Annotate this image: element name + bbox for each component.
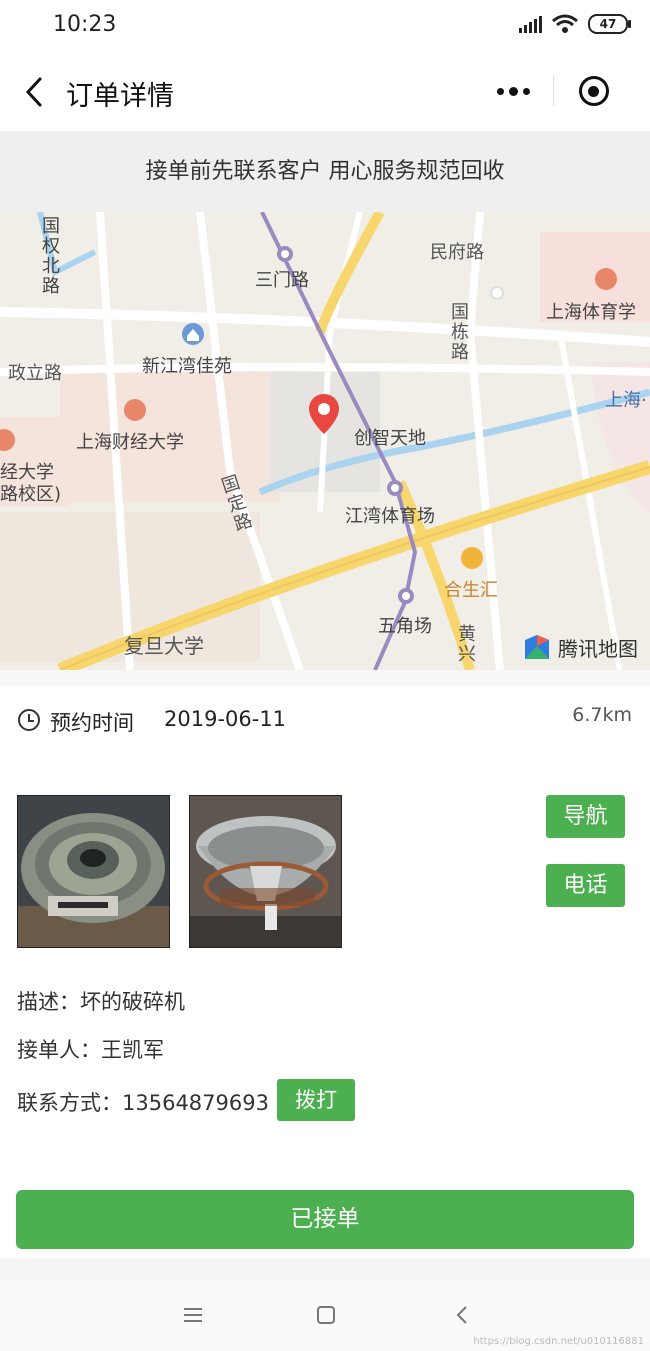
section-divider <box>0 670 650 687</box>
map-label: 五角场 <box>378 616 432 637</box>
phone-button[interactable]: 电话 <box>546 864 625 907</box>
dial-button[interactable]: 拨打 <box>277 1079 355 1121</box>
close-program-button[interactable] <box>554 66 633 116</box>
map-label: 江湾体育场 <box>345 506 435 527</box>
page-title: 订单详情 <box>66 81 174 112</box>
appointment-date: 2019-06-11 <box>164 707 287 731</box>
signal-icon <box>519 15 542 33</box>
wifi-icon <box>552 14 578 33</box>
item-photo[interactable] <box>189 795 342 948</box>
map-label: 创智天地 <box>354 428 426 449</box>
chevron-left-icon <box>25 77 42 107</box>
square-icon <box>317 1306 335 1324</box>
menu-button[interactable] <box>173 1300 213 1330</box>
description: 描述：坏的破碎机 <box>17 990 185 1014</box>
map-label: 民府路 <box>430 242 484 263</box>
menu-icon <box>184 1308 202 1322</box>
map-label: 复旦大学 <box>124 634 204 658</box>
back-button[interactable] <box>20 74 54 110</box>
navigate-button[interactable]: 导航 <box>546 795 625 838</box>
dot-icon <box>496 87 504 95</box>
map-label: 政立路 <box>8 363 62 384</box>
bottom-spacer <box>0 1258 650 1280</box>
system-back-button[interactable] <box>443 1300 483 1330</box>
map-label: 上海体育学 <box>546 302 636 323</box>
more-button[interactable] <box>473 66 553 116</box>
dot-icon <box>522 87 530 95</box>
map-label: 黄兴 <box>455 624 476 664</box>
map-label: 国权北路 <box>39 216 60 296</box>
distance: 6.7km <box>572 704 632 726</box>
item-photo-image <box>190 796 341 947</box>
map-label: 上海财经大学 <box>76 432 184 453</box>
dot-icon <box>508 86 518 96</box>
item-photo[interactable] <box>17 795 170 948</box>
map-label: 三门路 <box>255 270 309 291</box>
location-pin-icon <box>309 394 339 434</box>
appointment-label: 预约时间 <box>50 711 134 735</box>
accepted-button[interactable]: 已接单 <box>16 1190 634 1249</box>
contact-info: 联系方式：13564879693 <box>17 1091 269 1115</box>
target-icon <box>578 76 609 106</box>
map-view[interactable]: 国权北路 三门路 民府路 上海体育学 国栋路 新江湾佳苑 政立路 上海· 创智天… <box>0 212 650 670</box>
mini-program-capsule <box>473 66 633 116</box>
map-label: 合生汇 <box>444 580 498 601</box>
clock-icon <box>18 709 40 731</box>
map-label: 上海· <box>605 390 647 411</box>
status-time: 10:23 <box>53 12 117 37</box>
map-label: 新江湾佳苑 <box>142 356 232 377</box>
home-button[interactable] <box>306 1300 346 1330</box>
chevron-left-icon <box>456 1306 467 1324</box>
battery-icon: 47 <box>588 14 631 34</box>
map-logo: 腾讯地图 <box>522 632 638 662</box>
status-indicators: 47 <box>519 14 631 34</box>
map-label: 路校区) <box>0 484 62 505</box>
receiver: 接单人：王凯军 <box>17 1038 164 1062</box>
map-logo-text: 腾讯地图 <box>558 636 638 661</box>
notice-banner: 接单前先联系客户 用心服务规范回收 <box>0 131 650 212</box>
map-label: 国栋路 <box>448 302 469 362</box>
watermark: https://blog.csdn.net/u010116881 <box>473 1336 644 1347</box>
tencent-map-icon <box>525 635 549 659</box>
item-photo-image <box>18 796 169 947</box>
